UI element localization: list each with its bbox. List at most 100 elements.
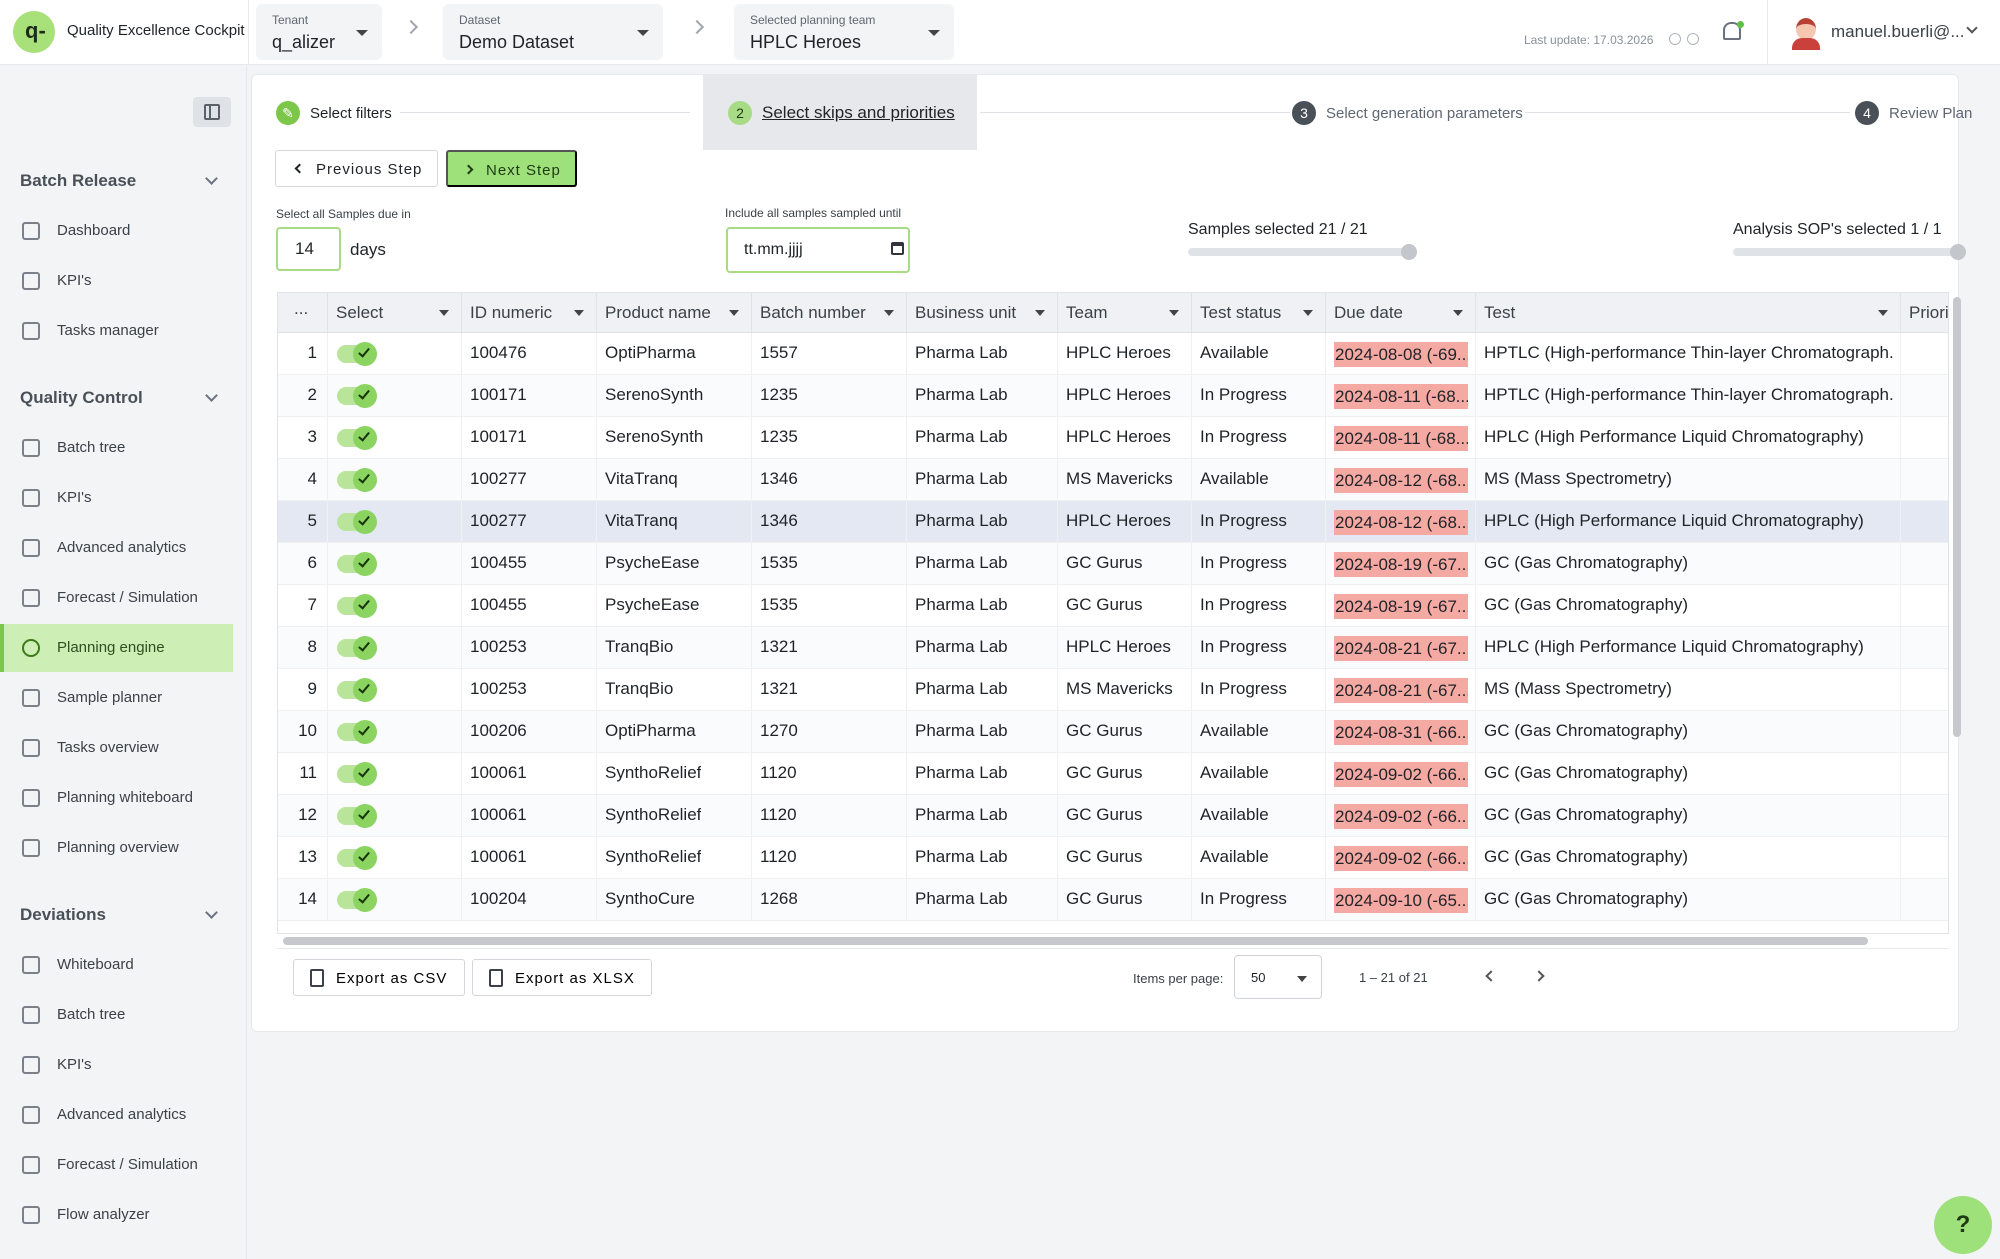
cell-select[interactable] [328,333,462,375]
cell-select[interactable] [328,543,462,585]
sidebar-item-kpis[interactable]: KPI's [0,257,233,305]
sidebar-item-tasks-overview[interactable]: Tasks overview [0,724,233,772]
sops-selected-slider[interactable] [1733,244,1966,260]
section-title-quality-control[interactable]: Quality Control [20,388,143,408]
sort-caret-icon[interactable] [574,310,584,316]
select-toggle[interactable] [337,762,377,786]
sidebar-item-forecast-simulation[interactable]: Forecast / Simulation [0,574,233,622]
select-toggle[interactable] [337,678,377,702]
sidebar-item-planning-whiteboard[interactable]: Planning whiteboard [0,774,233,822]
sort-caret-icon[interactable] [729,310,739,316]
cell-select[interactable] [328,795,462,837]
column-header-id-numeric[interactable]: ID numeric [462,293,597,333]
chevron-down-icon[interactable] [205,389,218,402]
chevron-down-icon[interactable] [205,172,218,185]
horizontal-scrollbar[interactable] [283,937,1868,945]
table-row[interactable]: 7 100455 PsycheEase 1535 Pharma Lab GC Gurus I… [278,585,1948,627]
sidebar-item-sample-planner[interactable]: Sample planner [0,674,233,722]
slider-thumb[interactable] [1401,244,1417,260]
cell-select[interactable] [328,837,462,879]
table-row[interactable]: 4 100277 VitaTranq 1346 Pharma Lab MS Maveric… [278,459,1948,501]
sidebar-item-tasks-manager[interactable]: Tasks manager [0,307,233,355]
table-row[interactable]: 13 100061 SynthoRelief 1120 Pharma Lab GC Gur… [278,837,1948,879]
export-xlsx-button[interactable]: Export as XLSX [472,959,652,996]
cell-select[interactable] [328,711,462,753]
table-row[interactable]: 3 100171 SerenoSynth 1235 Pharma Lab HPLC Her… [278,417,1948,459]
sidebar-item-batch-tree[interactable]: Batch tree [0,424,233,472]
sort-caret-icon[interactable] [884,310,894,316]
select-toggle[interactable] [337,804,377,828]
sidebar-item-planning-overview[interactable]: Planning overview [0,824,233,872]
sort-caret-icon[interactable] [1303,310,1313,316]
select-toggle[interactable] [337,342,377,366]
select-toggle[interactable] [337,888,377,912]
column-header-batch-number[interactable]: Batch number [752,293,907,333]
column-header-due-date[interactable]: Due date [1326,293,1476,333]
due-days-input[interactable]: 14 [276,227,341,271]
table-row[interactable]: 12 100061 SynthoRelief 1120 Pharma Lab GC Gur… [278,795,1948,837]
sidebar-item-advanced-analytics-dev[interactable]: Advanced analytics [0,1091,233,1139]
cell-select[interactable] [328,879,462,921]
vertical-scrollbar[interactable] [1953,297,1961,737]
column-header-business-unit[interactable]: Business unit [907,293,1058,333]
next-step-button[interactable]: Next Step [446,150,577,187]
cell-select[interactable] [328,417,462,459]
user-name[interactable]: manuel.buerli@... [1831,22,1965,42]
tenant-select[interactable]: Tenant q_alizer [256,4,382,60]
column-header-test[interactable]: Test [1476,293,1901,333]
previous-step-button[interactable]: Previous Step [275,150,438,187]
section-title-deviations[interactable]: Deviations [20,905,106,925]
help-button[interactable]: ? [1934,1196,1992,1254]
team-select[interactable]: Selected planning team HPLC Heroes [734,4,954,60]
calendar-icon[interactable] [891,242,904,255]
table-row[interactable]: 2 100171 SerenoSynth 1235 Pharma Lab HPLC Her… [278,375,1948,417]
sort-caret-icon[interactable] [1169,310,1179,316]
logo[interactable]: q- [13,11,55,53]
select-toggle[interactable] [337,720,377,744]
section-title-batch-release[interactable]: Batch Release [20,171,136,191]
sidebar-item-whiteboard[interactable]: Whiteboard [0,941,233,989]
cell-select[interactable] [328,627,462,669]
sidebar-item-kpis-dev[interactable]: KPI's [0,1041,233,1089]
table-row[interactable]: 11 100061 SynthoRelief 1120 Pharma Lab GC Gur… [278,753,1948,795]
sidebar-item-kpis-qc[interactable]: KPI's [0,474,233,522]
table-row[interactable]: 9 100253 TranqBio 1321 Pharma Lab MS Maverick… [278,669,1948,711]
column-header-row-number[interactable]: ... [278,293,328,333]
chevron-down-icon[interactable] [1966,22,1978,34]
sort-caret-icon[interactable] [1035,310,1045,316]
sampled-until-date-input[interactable]: tt.mm.jjjj [726,227,910,273]
select-toggle[interactable] [337,594,377,618]
sort-caret-icon[interactable] [439,310,449,316]
select-toggle[interactable] [337,384,377,408]
sidebar-item-dashboard[interactable]: Dashboard [0,207,233,255]
column-header-team[interactable]: Team [1058,293,1192,333]
table-row[interactable]: 5 100277 VitaTranq 1346 Pharma Lab HPLC Heroe… [278,501,1948,543]
table-row[interactable]: 1 100476 OptiPharma 1557 Pharma Lab HPLC Hero… [278,333,1948,375]
chevron-down-icon[interactable] [205,906,218,919]
column-header-product-name[interactable]: Product name [597,293,752,333]
column-header-test-status[interactable]: Test status [1192,293,1326,333]
sidebar-item-forecast-simulation-dev[interactable]: Forecast / Simulation [0,1141,233,1189]
sort-caret-icon[interactable] [1878,310,1888,316]
cell-select[interactable] [328,669,462,711]
dataset-select[interactable]: Dataset Demo Dataset [443,4,663,60]
cell-select[interactable] [328,375,462,417]
cell-select[interactable] [328,585,462,627]
cell-select[interactable] [328,753,462,795]
select-toggle[interactable] [337,426,377,450]
table-row[interactable]: 6 100455 PsycheEase 1535 Pharma Lab GC Gurus I… [278,543,1948,585]
info-icon[interactable] [1669,33,1681,45]
table-row[interactable]: 14 100204 SynthoCure 1268 Pharma Lab GC Gurus… [278,879,1948,921]
items-per-page-select[interactable]: 50 [1234,955,1322,999]
collapse-sidebar-button[interactable] [193,97,231,127]
cell-select[interactable] [328,459,462,501]
table-row[interactable]: 8 100253 TranqBio 1321 Pharma Lab HPLC Heroes… [278,627,1948,669]
select-toggle[interactable] [337,846,377,870]
sidebar-item-advanced-analytics[interactable]: Advanced analytics [0,524,233,572]
select-toggle[interactable] [337,552,377,576]
table-row[interactable]: 10 100206 OptiPharma 1270 Pharma Lab GC Gurus… [278,711,1948,753]
cell-select[interactable] [328,501,462,543]
refresh-icon[interactable] [1687,33,1699,45]
select-toggle[interactable] [337,636,377,660]
sidebar-item-flow-analyzer[interactable]: Flow analyzer [0,1191,233,1239]
